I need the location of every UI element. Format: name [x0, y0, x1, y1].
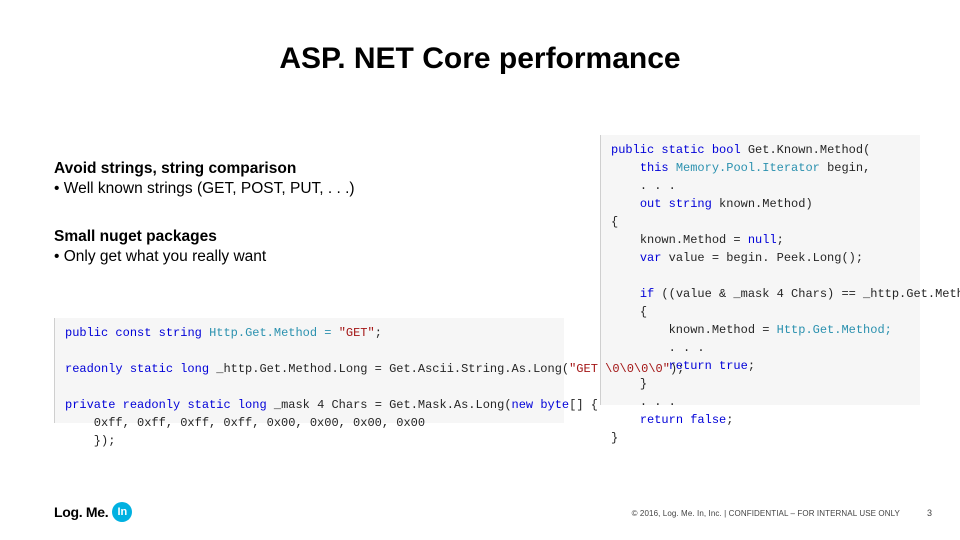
section-heading: Small nuget packages [54, 228, 554, 246]
slide-title: ASP. NET Core performance [0, 42, 960, 76]
code-snippet-left: public const string Http.Get.Method = "G… [54, 318, 564, 423]
logo: Log. Me. In [54, 502, 132, 522]
section-heading: Avoid strings, string comparison [54, 160, 554, 178]
footer: Log. Me. In © 2016, Log. Me. In, Inc. | … [0, 492, 960, 522]
logo-bubble-icon: In [112, 502, 132, 522]
slide: ASP. NET Core performance Avoid strings,… [0, 0, 960, 540]
logo-text: Log. Me. [54, 504, 108, 520]
body-text: Avoid strings, string comparison Well kn… [54, 160, 554, 282]
page-number: 3 [927, 508, 932, 518]
confidential-notice: © 2016, Log. Me. In, Inc. | CONFIDENTIAL… [632, 509, 900, 518]
bullet-item: Only get what you really want [54, 248, 554, 266]
bullet-item: Well known strings (GET, POST, PUT, . . … [54, 180, 554, 198]
